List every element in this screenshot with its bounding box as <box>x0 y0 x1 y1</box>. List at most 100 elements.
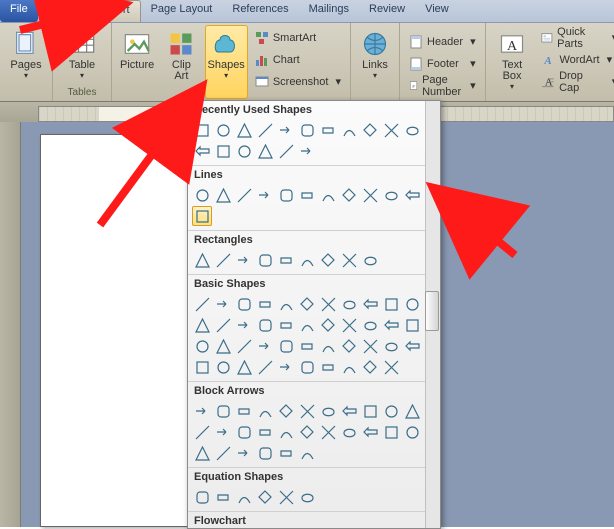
shape-item[interactable] <box>192 141 212 161</box>
tab-references[interactable]: References <box>222 0 298 22</box>
clipart-button[interactable]: Clip Art <box>160 25 202 99</box>
shape-item[interactable] <box>360 315 380 335</box>
shape-item[interactable] <box>318 336 338 356</box>
shape-item[interactable] <box>297 336 317 356</box>
shape-item[interactable] <box>360 294 380 314</box>
scrollbar-thumb[interactable] <box>425 291 439 331</box>
shape-item[interactable] <box>234 315 254 335</box>
shape-item[interactable] <box>234 422 254 442</box>
shape-item[interactable] <box>318 401 338 421</box>
tab-home[interactable]: Home <box>42 0 91 22</box>
shape-item[interactable] <box>234 401 254 421</box>
tab-review[interactable]: Review <box>359 0 415 22</box>
shape-item[interactable] <box>276 294 296 314</box>
shape-item[interactable] <box>339 120 359 140</box>
shape-item[interactable] <box>381 422 401 442</box>
shape-item[interactable] <box>255 294 275 314</box>
gallery-scrollbar[interactable] <box>425 101 440 528</box>
header-button[interactable]: Header▾ <box>404 31 481 52</box>
picture-button[interactable]: Picture <box>116 25 158 99</box>
shape-item[interactable] <box>255 336 275 356</box>
shape-item[interactable] <box>192 120 212 140</box>
shape-item[interactable] <box>276 357 296 377</box>
shape-item[interactable] <box>234 250 254 270</box>
shape-item[interactable] <box>339 401 359 421</box>
shape-item[interactable] <box>339 422 359 442</box>
shape-item[interactable] <box>402 336 422 356</box>
shape-item[interactable] <box>360 336 380 356</box>
vertical-ruler[interactable] <box>0 122 21 527</box>
quickparts-button[interactable]: Quick Parts▾ <box>536 27 614 48</box>
shape-item[interactable] <box>192 422 212 442</box>
shape-item[interactable] <box>213 357 233 377</box>
shape-item[interactable] <box>297 357 317 377</box>
shape-item[interactable] <box>276 315 296 335</box>
shape-item[interactable] <box>276 141 296 161</box>
shape-item[interactable] <box>192 357 212 377</box>
shape-item[interactable] <box>255 120 275 140</box>
shape-item[interactable] <box>360 250 380 270</box>
shape-item[interactable] <box>192 294 212 314</box>
shape-item[interactable] <box>360 120 380 140</box>
shape-item[interactable] <box>339 250 359 270</box>
shape-item[interactable] <box>381 336 401 356</box>
tab-file[interactable]: File <box>0 0 38 22</box>
shape-item[interactable] <box>255 401 275 421</box>
shape-item[interactable] <box>276 422 296 442</box>
shape-item[interactable] <box>276 250 296 270</box>
shape-item[interactable] <box>234 294 254 314</box>
shape-item[interactable] <box>297 315 317 335</box>
shape-item[interactable] <box>318 294 338 314</box>
shape-item[interactable] <box>276 401 296 421</box>
shapes-button[interactable]: Shapes ▾ <box>205 25 248 99</box>
shape-item[interactable] <box>297 487 317 507</box>
shape-item[interactable] <box>234 443 254 463</box>
shape-item[interactable] <box>360 422 380 442</box>
shape-item[interactable] <box>255 357 275 377</box>
shape-item[interactable] <box>360 401 380 421</box>
shape-item[interactable] <box>213 250 233 270</box>
shape-item[interactable] <box>192 206 212 226</box>
shape-item[interactable] <box>213 401 233 421</box>
shape-item[interactable] <box>213 336 233 356</box>
shape-item[interactable] <box>255 141 275 161</box>
shape-item[interactable] <box>381 401 401 421</box>
dropcap-button[interactable]: ADrop Cap▾ <box>536 71 614 92</box>
shape-item[interactable] <box>234 336 254 356</box>
shape-item[interactable] <box>213 141 233 161</box>
shape-item[interactable] <box>297 250 317 270</box>
shape-item[interactable] <box>297 294 317 314</box>
shape-item[interactable] <box>297 443 317 463</box>
shape-item[interactable] <box>255 185 275 205</box>
tab-page-layout[interactable]: Page Layout <box>141 0 223 22</box>
shape-item[interactable] <box>213 487 233 507</box>
shape-item[interactable] <box>318 422 338 442</box>
shape-item[interactable] <box>255 250 275 270</box>
wordart-button[interactable]: AWordArt▾ <box>536 49 614 70</box>
shape-item[interactable] <box>402 422 422 442</box>
shape-item[interactable] <box>234 357 254 377</box>
shape-item[interactable] <box>234 185 254 205</box>
shape-item[interactable] <box>276 185 296 205</box>
shape-item[interactable] <box>381 120 401 140</box>
shape-item[interactable] <box>213 422 233 442</box>
shape-item[interactable] <box>297 120 317 140</box>
shape-item[interactable] <box>192 487 212 507</box>
screenshot-button[interactable]: Screenshot▾ <box>250 71 346 92</box>
shape-item[interactable] <box>192 185 212 205</box>
tab-view[interactable]: View <box>415 0 459 22</box>
shape-item[interactable] <box>339 315 359 335</box>
shape-item[interactable] <box>297 185 317 205</box>
shape-item[interactable] <box>213 185 233 205</box>
shape-item[interactable] <box>318 120 338 140</box>
shape-item[interactable] <box>276 443 296 463</box>
shape-item[interactable] <box>255 315 275 335</box>
shape-item[interactable] <box>234 120 254 140</box>
shape-item[interactable] <box>381 185 401 205</box>
shape-item[interactable] <box>276 336 296 356</box>
shape-item[interactable] <box>297 422 317 442</box>
shape-item[interactable] <box>339 294 359 314</box>
shape-item[interactable] <box>192 336 212 356</box>
shape-item[interactable] <box>297 141 317 161</box>
shape-item[interactable] <box>276 487 296 507</box>
